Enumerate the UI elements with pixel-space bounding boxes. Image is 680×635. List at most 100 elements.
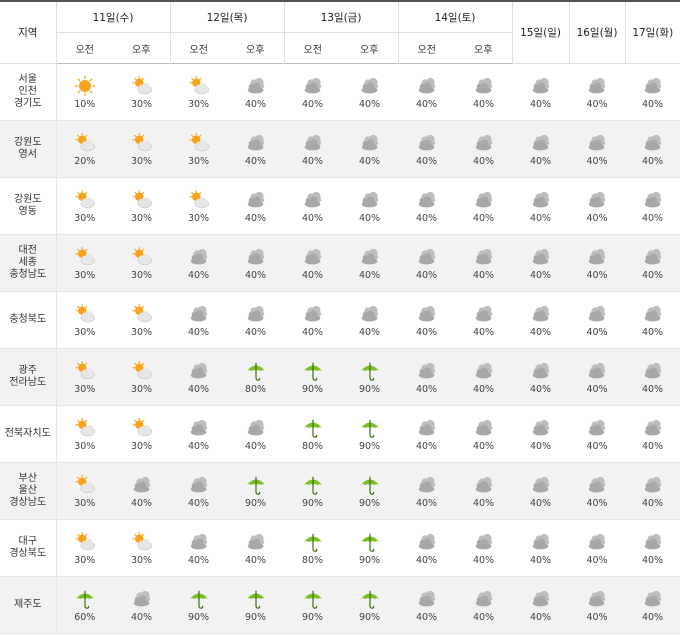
precipitation-percent: 40% bbox=[641, 212, 664, 224]
forecast-cell: 40% bbox=[341, 177, 398, 235]
precipitation-percent: 40% bbox=[472, 611, 495, 623]
cloud-icon bbox=[473, 303, 495, 325]
forecast-cell: 90% bbox=[284, 348, 341, 406]
precipitation-percent: 60% bbox=[74, 611, 96, 623]
cloud-icon bbox=[473, 531, 495, 553]
cloud-icon bbox=[530, 531, 552, 553]
day-header: 16일(월) bbox=[569, 1, 626, 64]
cloud-icon bbox=[302, 75, 324, 97]
region-name-line: 경상남도 bbox=[9, 497, 47, 508]
forecast-cell: 40% bbox=[170, 234, 227, 292]
precipitation-percent: 40% bbox=[472, 269, 495, 281]
sun-cloud-icon bbox=[74, 132, 96, 154]
precipitation-percent: 40% bbox=[415, 611, 438, 623]
precipitation-percent: 40% bbox=[529, 269, 552, 281]
precipitation-percent: 40% bbox=[472, 326, 495, 338]
day-header: 17일(화) bbox=[625, 1, 680, 64]
forecast-cell: 40% bbox=[398, 576, 455, 634]
umbrella-icon bbox=[302, 417, 324, 439]
precipitation-percent: 80% bbox=[301, 554, 324, 566]
forecast-cell: 40% bbox=[569, 291, 625, 349]
cloud-icon bbox=[188, 417, 210, 439]
forecast-cell: 30% bbox=[113, 120, 170, 178]
weather-forecast-table: 지역 11일(수) 12일(목) 13일(금) 14일(토) 15일(일) 16… bbox=[0, 0, 680, 634]
precipitation-percent: 30% bbox=[74, 440, 96, 452]
forecast-cell: 40% bbox=[227, 234, 284, 292]
sun-cloud-icon bbox=[74, 303, 96, 325]
forecast-cell: 30% bbox=[56, 234, 113, 292]
sun-cloud-icon bbox=[131, 75, 153, 97]
cloud-icon bbox=[473, 360, 495, 382]
cloud-icon bbox=[530, 360, 552, 382]
precipitation-percent: 40% bbox=[415, 383, 438, 395]
forecast-cell: 40% bbox=[398, 120, 455, 178]
cloud-icon bbox=[359, 246, 381, 268]
forecast-cell: 30% bbox=[113, 519, 170, 577]
umbrella-icon bbox=[74, 588, 96, 610]
cloud-icon bbox=[642, 360, 664, 382]
precipitation-percent: 90% bbox=[301, 497, 324, 509]
cloud-icon bbox=[586, 360, 608, 382]
umbrella-icon bbox=[302, 588, 324, 610]
precipitation-percent: 30% bbox=[74, 497, 96, 509]
precipitation-percent: 80% bbox=[301, 440, 324, 452]
forecast-cell: 40% bbox=[512, 405, 569, 463]
cloud-icon bbox=[642, 75, 664, 97]
cloud-icon bbox=[586, 474, 608, 496]
forecast-cell: 90% bbox=[284, 576, 341, 634]
precipitation-percent: 30% bbox=[74, 554, 96, 566]
forecast-cell: 40% bbox=[227, 291, 284, 349]
precipitation-percent: 40% bbox=[358, 326, 381, 338]
cloud-icon bbox=[642, 417, 664, 439]
precipitation-percent: 40% bbox=[529, 611, 552, 623]
forecast-cell: 40% bbox=[398, 348, 455, 406]
region-cell: 제주도 bbox=[0, 576, 57, 634]
am-header: 오전 bbox=[75, 44, 94, 56]
umbrella-icon bbox=[359, 360, 381, 382]
region-name-line: 전라남도 bbox=[9, 377, 47, 388]
forecast-cell: 10% bbox=[56, 63, 113, 121]
forecast-cell: 40% bbox=[625, 348, 680, 406]
precipitation-percent: 40% bbox=[641, 497, 664, 509]
forecast-cell: 40% bbox=[625, 576, 680, 634]
sun-cloud-icon bbox=[131, 303, 153, 325]
precipitation-percent: 40% bbox=[472, 155, 495, 167]
precipitation-percent: 40% bbox=[586, 383, 608, 395]
forecast-cell: 90% bbox=[341, 462, 398, 520]
cloud-icon bbox=[245, 531, 267, 553]
forecast-cell: 40% bbox=[170, 462, 227, 520]
forecast-cell: 40% bbox=[284, 120, 341, 178]
forecast-cell: 20% bbox=[56, 120, 113, 178]
precipitation-percent: 40% bbox=[529, 497, 552, 509]
precipitation-percent: 40% bbox=[415, 269, 438, 281]
forecast-cell: 40% bbox=[227, 519, 284, 577]
forecast-cell: 30% bbox=[113, 291, 170, 349]
precipitation-percent: 40% bbox=[358, 155, 381, 167]
precipitation-percent: 40% bbox=[529, 440, 552, 452]
forecast-cell: 40% bbox=[569, 120, 625, 178]
day-header: 12일(목) bbox=[170, 1, 285, 33]
precipitation-percent: 40% bbox=[358, 212, 381, 224]
forecast-cell: 40% bbox=[569, 576, 625, 634]
precipitation-percent: 40% bbox=[586, 269, 608, 281]
precipitation-percent: 40% bbox=[586, 98, 608, 110]
cloud-icon bbox=[188, 303, 210, 325]
forecast-cell: 40% bbox=[170, 405, 227, 463]
precipitation-percent: 30% bbox=[74, 212, 96, 224]
umbrella-icon bbox=[359, 474, 381, 496]
precipitation-percent: 40% bbox=[529, 212, 552, 224]
region-column-header: 지역 bbox=[0, 1, 57, 64]
sun-cloud-icon bbox=[74, 531, 96, 553]
region-name-line: 서울 bbox=[18, 74, 37, 85]
am-header: 오전 bbox=[303, 44, 322, 56]
forecast-cell: 30% bbox=[170, 177, 227, 235]
forecast-cell: 90% bbox=[341, 519, 398, 577]
cloud-icon bbox=[530, 474, 552, 496]
forecast-cell: 40% bbox=[398, 405, 455, 463]
forecast-cell: 30% bbox=[56, 348, 113, 406]
forecast-cell: 40% bbox=[625, 519, 680, 577]
precipitation-percent: 40% bbox=[244, 440, 267, 452]
table-row: 제주도 60% 40% 90% 90% 90% 90% 40% 40% 40% … bbox=[0, 576, 680, 634]
cloud-icon bbox=[188, 246, 210, 268]
region-name-line: 광주 bbox=[18, 365, 37, 376]
